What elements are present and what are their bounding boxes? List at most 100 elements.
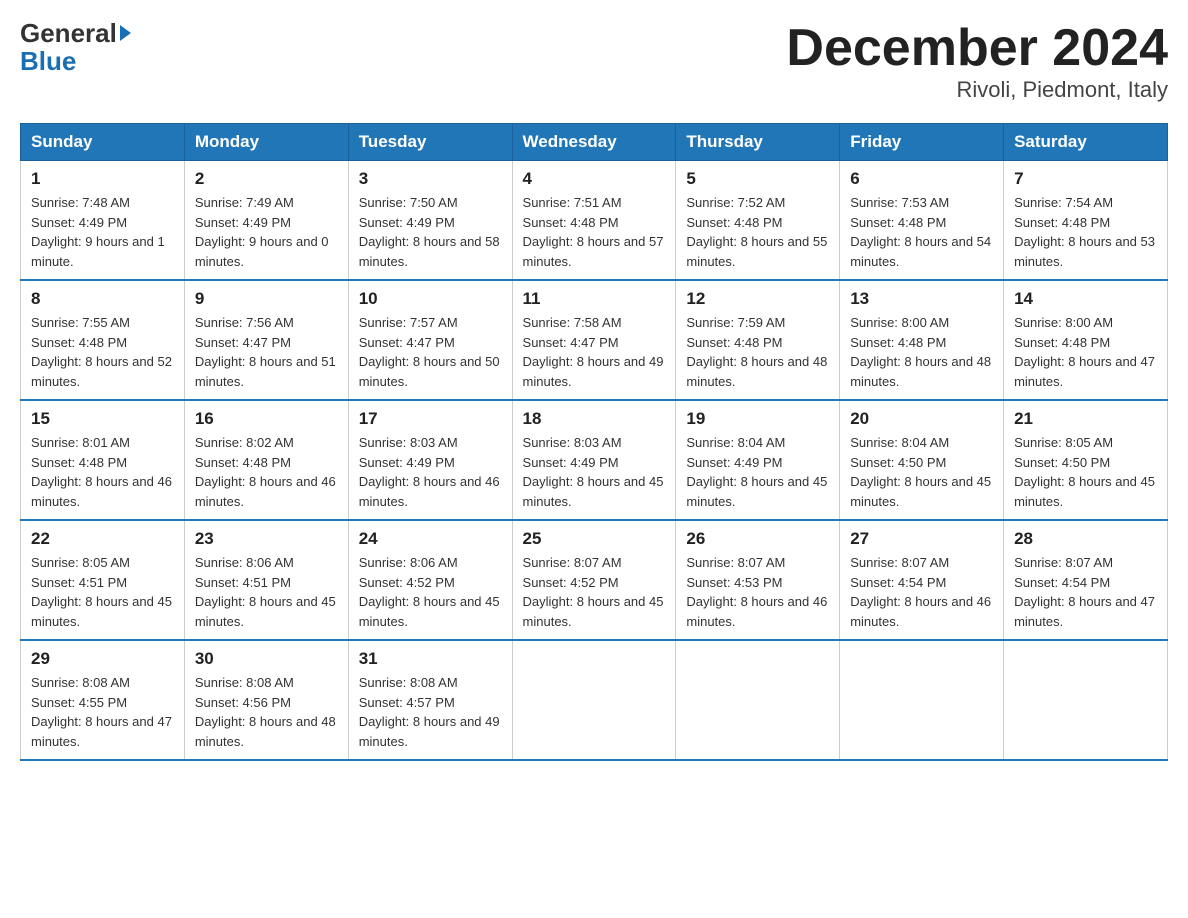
table-row: 19 Sunrise: 8:04 AM Sunset: 4:49 PM Dayl…	[676, 400, 840, 520]
table-row: 21 Sunrise: 8:05 AM Sunset: 4:50 PM Dayl…	[1004, 400, 1168, 520]
calendar-header: Sunday Monday Tuesday Wednesday Thursday…	[21, 124, 1168, 161]
day-number: 27	[850, 529, 993, 549]
calendar-title: December 2024	[786, 20, 1168, 77]
table-row	[840, 640, 1004, 760]
table-row: 2 Sunrise: 7:49 AM Sunset: 4:49 PM Dayli…	[184, 161, 348, 281]
day-number: 20	[850, 409, 993, 429]
table-row: 12 Sunrise: 7:59 AM Sunset: 4:48 PM Dayl…	[676, 280, 840, 400]
table-row: 5 Sunrise: 7:52 AM Sunset: 4:48 PM Dayli…	[676, 161, 840, 281]
table-row: 14 Sunrise: 8:00 AM Sunset: 4:48 PM Dayl…	[1004, 280, 1168, 400]
calendar-table: Sunday Monday Tuesday Wednesday Thursday…	[20, 123, 1168, 761]
header-saturday: Saturday	[1004, 124, 1168, 161]
table-row: 15 Sunrise: 8:01 AM Sunset: 4:48 PM Dayl…	[21, 400, 185, 520]
table-row	[512, 640, 676, 760]
logo-general-text: General	[20, 20, 131, 46]
table-row: 28 Sunrise: 8:07 AM Sunset: 4:54 PM Dayl…	[1004, 520, 1168, 640]
day-number: 25	[523, 529, 666, 549]
table-row: 22 Sunrise: 8:05 AM Sunset: 4:51 PM Dayl…	[21, 520, 185, 640]
day-info: Sunrise: 8:00 AM Sunset: 4:48 PM Dayligh…	[850, 313, 993, 391]
day-number: 13	[850, 289, 993, 309]
day-number: 5	[686, 169, 829, 189]
day-info: Sunrise: 8:05 AM Sunset: 4:50 PM Dayligh…	[1014, 433, 1157, 511]
table-row: 6 Sunrise: 7:53 AM Sunset: 4:48 PM Dayli…	[840, 161, 1004, 281]
table-row: 23 Sunrise: 8:06 AM Sunset: 4:51 PM Dayl…	[184, 520, 348, 640]
table-row: 24 Sunrise: 8:06 AM Sunset: 4:52 PM Dayl…	[348, 520, 512, 640]
day-number: 26	[686, 529, 829, 549]
day-info: Sunrise: 8:07 AM Sunset: 4:54 PM Dayligh…	[850, 553, 993, 631]
table-row: 18 Sunrise: 8:03 AM Sunset: 4:49 PM Dayl…	[512, 400, 676, 520]
table-row: 16 Sunrise: 8:02 AM Sunset: 4:48 PM Dayl…	[184, 400, 348, 520]
day-info: Sunrise: 7:54 AM Sunset: 4:48 PM Dayligh…	[1014, 193, 1157, 271]
day-info: Sunrise: 7:51 AM Sunset: 4:48 PM Dayligh…	[523, 193, 666, 271]
day-number: 4	[523, 169, 666, 189]
calendar-body: 1 Sunrise: 7:48 AM Sunset: 4:49 PM Dayli…	[21, 161, 1168, 761]
header-sunday: Sunday	[21, 124, 185, 161]
day-info: Sunrise: 8:01 AM Sunset: 4:48 PM Dayligh…	[31, 433, 174, 511]
day-number: 23	[195, 529, 338, 549]
day-info: Sunrise: 8:04 AM Sunset: 4:49 PM Dayligh…	[686, 433, 829, 511]
day-number: 6	[850, 169, 993, 189]
day-info: Sunrise: 7:59 AM Sunset: 4:48 PM Dayligh…	[686, 313, 829, 391]
table-row: 30 Sunrise: 8:08 AM Sunset: 4:56 PM Dayl…	[184, 640, 348, 760]
day-info: Sunrise: 7:50 AM Sunset: 4:49 PM Dayligh…	[359, 193, 502, 271]
header-wednesday: Wednesday	[512, 124, 676, 161]
day-info: Sunrise: 7:56 AM Sunset: 4:47 PM Dayligh…	[195, 313, 338, 391]
day-number: 30	[195, 649, 338, 669]
day-info: Sunrise: 8:03 AM Sunset: 4:49 PM Dayligh…	[359, 433, 502, 511]
day-number: 14	[1014, 289, 1157, 309]
day-info: Sunrise: 8:08 AM Sunset: 4:56 PM Dayligh…	[195, 673, 338, 751]
header-monday: Monday	[184, 124, 348, 161]
day-info: Sunrise: 8:06 AM Sunset: 4:52 PM Dayligh…	[359, 553, 502, 631]
day-info: Sunrise: 8:03 AM Sunset: 4:49 PM Dayligh…	[523, 433, 666, 511]
calendar-week-row: 22 Sunrise: 8:05 AM Sunset: 4:51 PM Dayl…	[21, 520, 1168, 640]
day-number: 1	[31, 169, 174, 189]
day-number: 8	[31, 289, 174, 309]
weekday-header-row: Sunday Monday Tuesday Wednesday Thursday…	[21, 124, 1168, 161]
day-number: 2	[195, 169, 338, 189]
table-row: 9 Sunrise: 7:56 AM Sunset: 4:47 PM Dayli…	[184, 280, 348, 400]
logo-arrow-icon	[120, 25, 131, 41]
day-info: Sunrise: 7:58 AM Sunset: 4:47 PM Dayligh…	[523, 313, 666, 391]
table-row: 20 Sunrise: 8:04 AM Sunset: 4:50 PM Dayl…	[840, 400, 1004, 520]
page-header: General Blue December 2024 Rivoli, Piedm…	[20, 20, 1168, 103]
day-number: 28	[1014, 529, 1157, 549]
table-row: 26 Sunrise: 8:07 AM Sunset: 4:53 PM Dayl…	[676, 520, 840, 640]
day-info: Sunrise: 7:53 AM Sunset: 4:48 PM Dayligh…	[850, 193, 993, 271]
day-info: Sunrise: 8:07 AM Sunset: 4:52 PM Dayligh…	[523, 553, 666, 631]
day-info: Sunrise: 8:02 AM Sunset: 4:48 PM Dayligh…	[195, 433, 338, 511]
table-row	[676, 640, 840, 760]
day-number: 31	[359, 649, 502, 669]
day-number: 7	[1014, 169, 1157, 189]
table-row: 1 Sunrise: 7:48 AM Sunset: 4:49 PM Dayli…	[21, 161, 185, 281]
day-number: 11	[523, 289, 666, 309]
table-row: 13 Sunrise: 8:00 AM Sunset: 4:48 PM Dayl…	[840, 280, 1004, 400]
day-info: Sunrise: 8:08 AM Sunset: 4:57 PM Dayligh…	[359, 673, 502, 751]
logo-blue-label: Blue	[20, 46, 76, 77]
table-row	[1004, 640, 1168, 760]
calendar-week-row: 29 Sunrise: 8:08 AM Sunset: 4:55 PM Dayl…	[21, 640, 1168, 760]
table-row: 10 Sunrise: 7:57 AM Sunset: 4:47 PM Dayl…	[348, 280, 512, 400]
calendar-week-row: 1 Sunrise: 7:48 AM Sunset: 4:49 PM Dayli…	[21, 161, 1168, 281]
table-row: 25 Sunrise: 8:07 AM Sunset: 4:52 PM Dayl…	[512, 520, 676, 640]
table-row: 7 Sunrise: 7:54 AM Sunset: 4:48 PM Dayli…	[1004, 161, 1168, 281]
header-friday: Friday	[840, 124, 1004, 161]
title-area: December 2024 Rivoli, Piedmont, Italy	[786, 20, 1168, 103]
day-info: Sunrise: 7:48 AM Sunset: 4:49 PM Dayligh…	[31, 193, 174, 271]
header-thursday: Thursday	[676, 124, 840, 161]
day-number: 24	[359, 529, 502, 549]
table-row: 11 Sunrise: 7:58 AM Sunset: 4:47 PM Dayl…	[512, 280, 676, 400]
table-row: 17 Sunrise: 8:03 AM Sunset: 4:49 PM Dayl…	[348, 400, 512, 520]
day-number: 21	[1014, 409, 1157, 429]
day-number: 22	[31, 529, 174, 549]
table-row: 27 Sunrise: 8:07 AM Sunset: 4:54 PM Dayl…	[840, 520, 1004, 640]
day-number: 12	[686, 289, 829, 309]
day-number: 29	[31, 649, 174, 669]
calendar-subtitle: Rivoli, Piedmont, Italy	[786, 77, 1168, 103]
day-info: Sunrise: 7:49 AM Sunset: 4:49 PM Dayligh…	[195, 193, 338, 271]
day-number: 10	[359, 289, 502, 309]
header-tuesday: Tuesday	[348, 124, 512, 161]
day-info: Sunrise: 7:52 AM Sunset: 4:48 PM Dayligh…	[686, 193, 829, 271]
day-info: Sunrise: 8:07 AM Sunset: 4:54 PM Dayligh…	[1014, 553, 1157, 631]
table-row: 4 Sunrise: 7:51 AM Sunset: 4:48 PM Dayli…	[512, 161, 676, 281]
day-number: 16	[195, 409, 338, 429]
